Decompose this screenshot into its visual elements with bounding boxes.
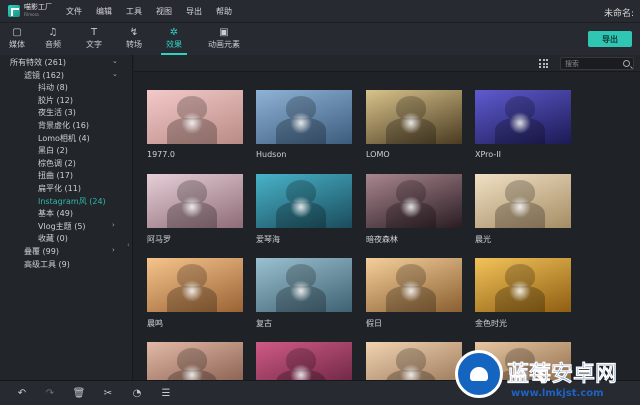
- sidebar-item[interactable]: 夜生活 (3): [38, 107, 76, 119]
- adjust-icon[interactable]: ☰: [160, 387, 172, 399]
- effect-label: 金色时光: [475, 319, 507, 328]
- sidebar-item[interactable]: Lomo相机 (4): [38, 133, 90, 145]
- effect-thumbnail[interactable]: [475, 90, 571, 144]
- effect-thumbnail[interactable]: [366, 174, 462, 228]
- effects-grid: 1977.0 Hudson LOMO XPro-II 阿马罗 爱琴海 暗夜森林 晨光晨鸣 复古 假…: [134, 72, 640, 380]
- undo-icon[interactable]: ↶: [16, 387, 28, 399]
- effect-label: 1977.0: [147, 150, 175, 159]
- sidebar-item[interactable]: 黑白 (2): [38, 145, 68, 157]
- sidebar-item[interactable]: 高级工具 (9): [24, 259, 70, 271]
- effect-thumbnail[interactable]: [256, 258, 352, 312]
- effect-thumbnail[interactable]: [366, 90, 462, 144]
- image-icon: ▣: [219, 26, 229, 38]
- effect-thumbnail[interactable]: [147, 342, 243, 380]
- tab-label: 媒体: [9, 40, 25, 49]
- search-box[interactable]: [560, 57, 634, 70]
- sidebar-item[interactable]: 叠覆 (99): [24, 246, 59, 258]
- redo-icon[interactable]: ↷: [44, 387, 56, 399]
- effect-label: 晨鸣: [147, 319, 163, 328]
- watermark: 蓝莓安卓网 www.lmkjst.com: [455, 348, 640, 405]
- media-toolbar: ▢ 媒体 ♫ 音频 T 文字 ↯ 转场 ✲ 效果 ▣ 动画元素 导出: [0, 22, 640, 55]
- chevron-icon[interactable]: ›: [112, 221, 115, 229]
- transition-icon: ↯: [129, 26, 139, 38]
- effects-icon: ✲: [169, 26, 179, 38]
- tab-audio[interactable]: ♫ 音频: [36, 26, 70, 54]
- effect-label: 复古: [256, 319, 272, 328]
- tab-elements[interactable]: ▣ 动画元素: [204, 26, 244, 54]
- tab-label: 动画元素: [208, 40, 240, 49]
- effect-thumbnail[interactable]: [256, 342, 352, 380]
- delete-icon[interactable]: 🗑: [73, 387, 86, 399]
- folder-icon: ▢: [12, 26, 22, 38]
- sidebar-item[interactable]: 棕色调 (2): [38, 158, 76, 170]
- logo-icon: [8, 5, 20, 17]
- effect-label: LOMO: [366, 150, 390, 159]
- effect-label: 暗夜森林: [366, 235, 398, 244]
- effect-thumbnail[interactable]: [147, 90, 243, 144]
- text-icon: T: [90, 26, 98, 38]
- menu-tools[interactable]: 工具: [126, 6, 142, 17]
- speed-icon[interactable]: ◔: [131, 387, 143, 399]
- effect-thumbnail[interactable]: [475, 258, 571, 312]
- tab-label: 音频: [45, 40, 61, 49]
- effect-label: XPro-II: [475, 150, 501, 159]
- chevron-icon[interactable]: ⌄: [112, 70, 118, 78]
- menubar: 喵影工厂 Filmora 文件 编辑 工具 视图 导出 帮助 未命名:: [0, 0, 640, 22]
- search-icon[interactable]: [623, 60, 630, 67]
- chevron-icon[interactable]: ›: [112, 246, 115, 254]
- search-input[interactable]: [561, 58, 621, 69]
- effect-label: 阿马罗: [147, 235, 171, 244]
- library-toolbar: [134, 55, 640, 72]
- chevron-icon[interactable]: ⌄: [112, 57, 118, 65]
- sidebar-item[interactable]: Vlog主题 (5): [38, 221, 86, 233]
- sidebar-item[interactable]: 抖动 (8): [38, 82, 68, 94]
- watermark-url: www.lmkjst.com: [511, 388, 604, 399]
- effect-label: Hudson: [256, 150, 287, 159]
- sidebar-item[interactable]: 所有特效 (261): [10, 57, 66, 69]
- effect-thumbnail[interactable]: [256, 174, 352, 228]
- collapse-panel-icon[interactable]: ‹: [127, 241, 130, 249]
- effect-label: 假日: [366, 319, 382, 328]
- sidebar-item[interactable]: 收藏 (0): [38, 233, 68, 245]
- sidebar-item[interactable]: 胶片 (12): [38, 95, 73, 107]
- tab-effects[interactable]: ✲ 效果: [157, 26, 191, 55]
- sidebar-item[interactable]: Instagram风 (24): [38, 196, 106, 208]
- app-name: 喵影工厂: [24, 3, 52, 11]
- tab-label: 效果: [166, 40, 182, 49]
- menu-export[interactable]: 导出: [186, 6, 202, 17]
- effect-label: 晨光: [475, 235, 491, 244]
- effect-thumbnail[interactable]: [475, 174, 571, 228]
- watermark-logo-icon: [455, 350, 503, 398]
- category-sidebar: ‹ 所有特效 (261) ⌄ 滤镜 (162) ⌄ 抖动 (8) 胶片 (12) 夜生活 (…: [0, 55, 133, 380]
- effect-thumbnail[interactable]: [147, 258, 243, 312]
- grid-view-icon[interactable]: [539, 59, 548, 68]
- tab-media[interactable]: ▢ 媒体: [0, 26, 34, 54]
- effect-thumbnail[interactable]: [366, 342, 462, 380]
- music-note-icon: ♫: [48, 26, 58, 38]
- sidebar-item[interactable]: 基本 (49): [38, 208, 73, 220]
- menu-view[interactable]: 视图: [156, 6, 172, 17]
- tab-label: 文字: [86, 40, 102, 49]
- tab-text[interactable]: T 文字: [77, 26, 111, 54]
- menu-file[interactable]: 文件: [66, 6, 82, 17]
- app-logo: 喵影工厂 Filmora: [8, 4, 66, 18]
- cut-icon[interactable]: ✂: [102, 387, 114, 399]
- watermark-title: 蓝莓安卓网: [507, 362, 618, 388]
- app-sub: Filmora: [24, 12, 39, 17]
- menu-edit[interactable]: 编辑: [96, 6, 112, 17]
- export-button[interactable]: 导出: [588, 31, 632, 47]
- tab-transition[interactable]: ↯ 转场: [117, 26, 151, 54]
- tab-label: 转场: [126, 40, 142, 49]
- sidebar-item[interactable]: 滤镜 (162): [24, 70, 64, 82]
- menu-help[interactable]: 帮助: [216, 6, 232, 17]
- sidebar-item[interactable]: 扭曲 (17): [38, 170, 73, 182]
- sidebar-item[interactable]: 背景虚化 (16): [38, 120, 89, 132]
- effect-thumbnail[interactable]: [366, 258, 462, 312]
- effect-thumbnail[interactable]: [256, 90, 352, 144]
- effect-label: 爱琴海: [256, 235, 280, 244]
- effect-thumbnail[interactable]: [147, 174, 243, 228]
- sidebar-item[interactable]: 扁平化 (11): [38, 183, 81, 195]
- document-title: 未命名:: [603, 9, 634, 19]
